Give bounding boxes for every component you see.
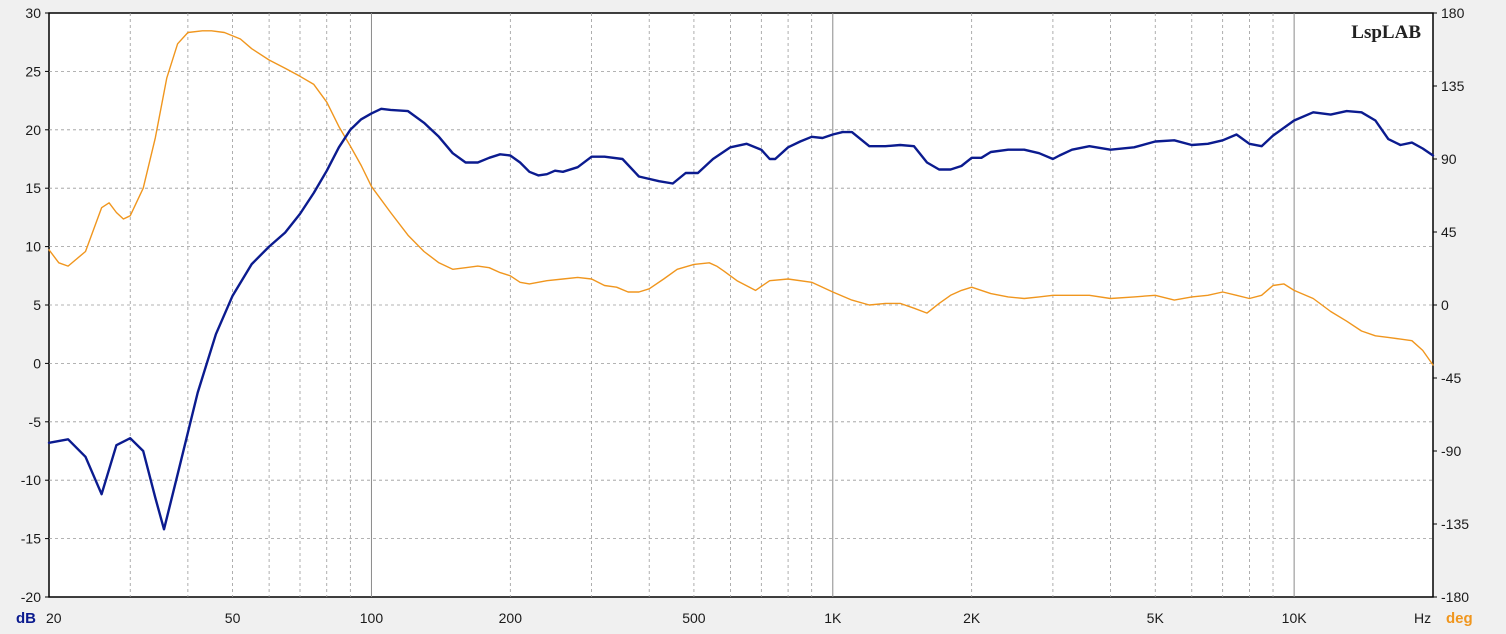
x-tick-label: 10K xyxy=(1282,610,1308,626)
y-right-tick-label: -90 xyxy=(1441,443,1461,459)
x-tick-label: 1K xyxy=(824,610,842,626)
y-left-tick-label: -5 xyxy=(29,414,42,430)
y-right-tick-label: 90 xyxy=(1441,151,1457,167)
y-left-tick-label: 10 xyxy=(25,239,41,255)
y-left-tick-label: -15 xyxy=(21,531,41,547)
y-left-tick-label: -10 xyxy=(21,472,41,488)
y-right-tick-label: 45 xyxy=(1441,224,1457,240)
y-right-tick-label: 135 xyxy=(1441,78,1465,94)
y-right-tick-label: -45 xyxy=(1441,370,1461,386)
y-left-tick-label: 0 xyxy=(33,355,41,371)
y-left-tick-label: 5 xyxy=(33,297,41,313)
x-tick-label: 2K xyxy=(963,610,981,626)
frequency-response-chart: 30 25 20 15 10 5 0 -5 -10 -15 -20 180 135 90 45 0 -45 -90… xyxy=(0,0,1506,629)
y-right-tick-label: -135 xyxy=(1441,516,1469,532)
y-right-unit-label: deg xyxy=(1446,610,1473,627)
y-left-tick-label: -20 xyxy=(21,589,41,605)
chart-svg: 302520151050-5-10-15-2018013590450-45-90… xyxy=(16,5,1473,627)
x-tick-label: 500 xyxy=(682,610,706,626)
x-tick-label: 20 xyxy=(46,610,62,626)
x-tick-label: 5K xyxy=(1147,610,1165,626)
y-right-tick-label: -180 xyxy=(1441,589,1469,605)
y-right-tick-label: 0 xyxy=(1441,297,1449,313)
watermark-logo: LspLAB xyxy=(1351,22,1421,43)
x-tick-label: 100 xyxy=(360,610,384,626)
x-unit-label: Hz xyxy=(1414,610,1431,626)
y-left-unit-label: dB xyxy=(16,610,36,627)
x-tick-label: 50 xyxy=(225,610,241,626)
y-left-tick-label: 15 xyxy=(25,180,41,196)
y-left-tick-label: 25 xyxy=(25,63,41,79)
y-right-tick-label: 180 xyxy=(1441,5,1465,21)
x-tick-label: 200 xyxy=(499,610,523,626)
y-left-tick-label: 20 xyxy=(25,122,41,138)
y-left-tick-label: 30 xyxy=(25,5,41,21)
